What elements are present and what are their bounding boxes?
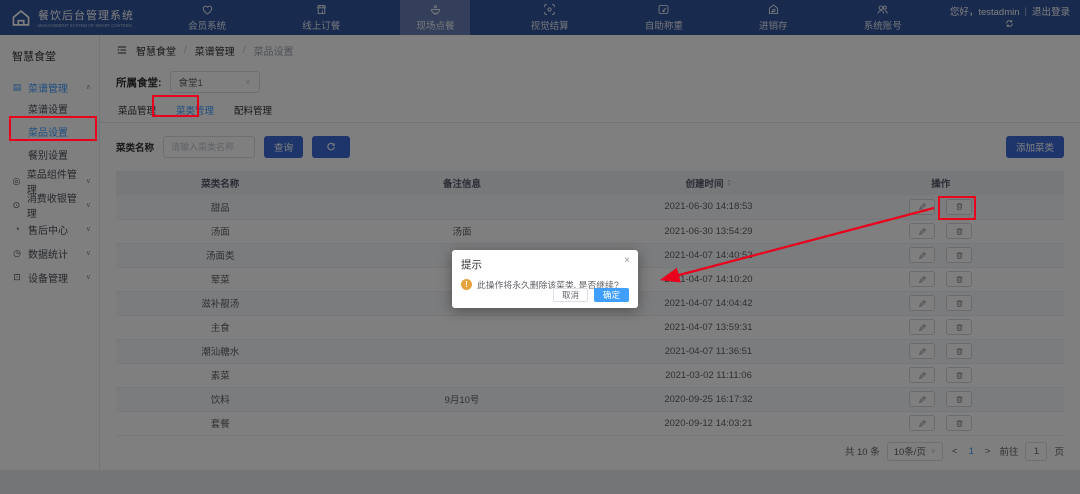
cancel-button[interactable]: 取消 [553,288,588,302]
confirm-dialog: 提示 × ! 此操作将永久删除该菜类, 是否继续? 取消 确定 [452,250,638,308]
close-icon[interactable]: × [624,255,630,266]
warning-icon: ! [461,279,472,290]
confirm-button[interactable]: 确定 [594,288,629,302]
modal-backdrop [0,0,1080,494]
dialog-title: 提示 [461,257,629,272]
